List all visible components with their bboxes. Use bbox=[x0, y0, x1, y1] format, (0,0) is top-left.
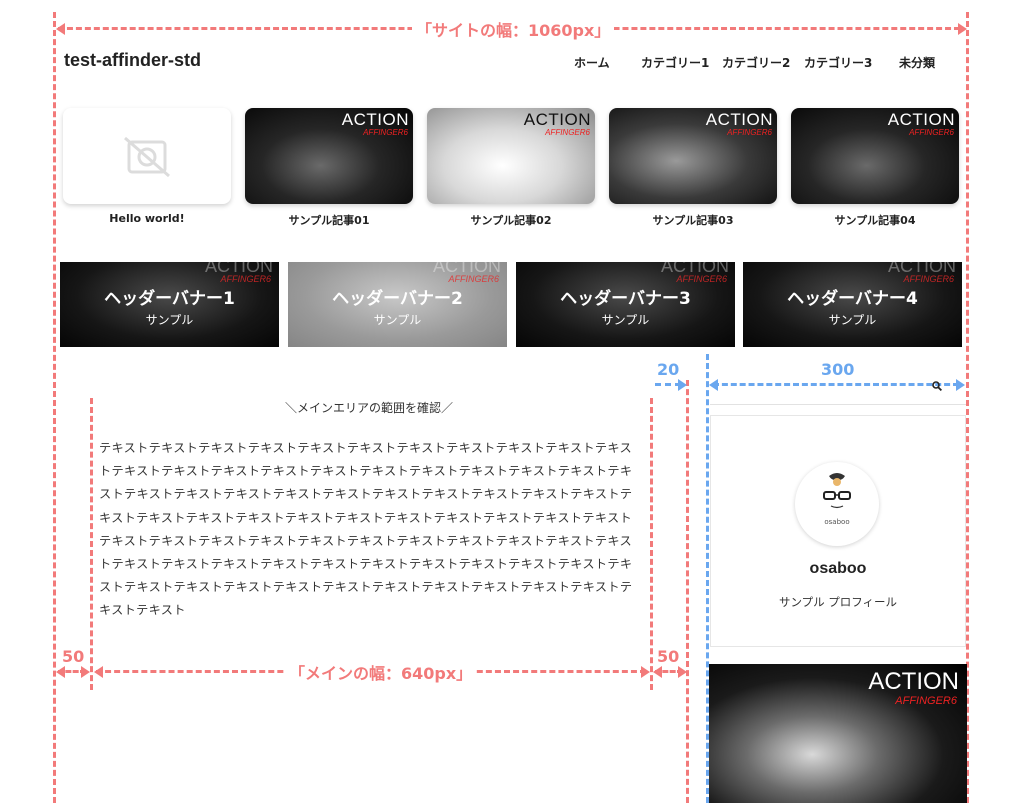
card-thumbnail[interactable]: ACTION AFFINGER6 bbox=[427, 108, 595, 204]
margin-left-label: 50 bbox=[60, 647, 87, 666]
banner-title: ヘッダーバナー4 bbox=[787, 289, 918, 309]
action-logo-text: ACTION bbox=[887, 110, 955, 129]
card-thumbnail[interactable]: ACTION AFFINGER6 bbox=[791, 108, 959, 204]
card-title[interactable]: サンプル記事02 bbox=[427, 212, 595, 228]
nav-item-category1[interactable]: カテゴリー1 bbox=[641, 54, 709, 71]
post-card[interactable]: ACTION AFFINGER6 サンプル記事02 bbox=[427, 108, 595, 228]
sidebar-width-dimension-line bbox=[713, 383, 959, 386]
header-banner[interactable]: ACTION AFFINGER6 ヘッダーバナー4 サンプル bbox=[743, 262, 962, 347]
affinger-logo-text: AFFINGER6 bbox=[727, 128, 772, 137]
main-body-text: テキストテキストテキストテキストテキストテキストテキストテキストテキストテキスト… bbox=[99, 441, 633, 618]
nav-item-uncategorized[interactable]: 未分類 bbox=[899, 54, 935, 71]
margin-left-arrow-left bbox=[56, 666, 65, 678]
post-card[interactable]: ACTION AFFINGER6 サンプル記事01 bbox=[245, 108, 413, 228]
main-width-label: 「メインの幅：640px」 bbox=[285, 660, 477, 684]
banner-subtitle: サンプル bbox=[828, 313, 877, 327]
margin-right-arrow-left bbox=[653, 666, 662, 678]
margin-right-arrow-right bbox=[678, 666, 687, 678]
site-title[interactable]: test-affinder-std bbox=[64, 50, 201, 71]
sidebar-width-arrow-left bbox=[709, 379, 718, 391]
site-width-label: 「サイトの幅：1060px」 bbox=[412, 17, 615, 41]
affinger-logo-text: AFFINGER6 bbox=[895, 695, 957, 707]
card-thumbnail[interactable]: ACTION AFFINGER6 bbox=[609, 108, 777, 204]
header-banner[interactable]: ACTION AFFINGER6 ヘッダーバナー2 サンプル bbox=[288, 262, 507, 347]
nav-item-category2[interactable]: カテゴリー2 bbox=[722, 54, 790, 71]
sidebar-width-arrow-right bbox=[956, 379, 965, 391]
main-width-arrow-left bbox=[94, 666, 103, 678]
banner-title: ヘッダーバナー1 bbox=[104, 289, 235, 309]
sidebar-banner[interactable]: ACTION AFFINGER6 bbox=[709, 664, 967, 803]
main-left-edge-line bbox=[90, 398, 93, 690]
affinger-logo-text: AFFINGER6 bbox=[676, 274, 727, 284]
affinger-logo-text: AFFINGER6 bbox=[903, 274, 954, 284]
post-card[interactable]: ACTION AFFINGER6 サンプル記事04 bbox=[791, 108, 959, 228]
post-card[interactable]: ACTION AFFINGER6 サンプル記事03 bbox=[609, 108, 777, 228]
banner-subtitle: サンプル bbox=[145, 313, 194, 327]
nav-item-home[interactable]: ホーム bbox=[574, 54, 610, 71]
affinger-logo-text: AFFINGER6 bbox=[545, 128, 590, 137]
affinger-logo-text: AFFINGER6 bbox=[220, 274, 271, 284]
post-card[interactable]: Hello world! bbox=[63, 108, 231, 225]
site-width-arrow-left bbox=[56, 23, 65, 35]
banner-subtitle: サンプル bbox=[601, 313, 650, 327]
affinger-logo-text: AFFINGER6 bbox=[448, 274, 499, 284]
site-width-arrow-right bbox=[958, 23, 967, 35]
affinger-logo-text: AFFINGER6 bbox=[909, 128, 954, 137]
margin-right-label: 50 bbox=[655, 647, 682, 666]
gap-label: 20 bbox=[655, 360, 682, 379]
site-left-edge-line bbox=[53, 12, 56, 803]
header-banner[interactable]: ACTION AFFINGER6 ヘッダーバナー1 サンプル bbox=[60, 262, 279, 347]
profile-description: サンプル プロフィール bbox=[778, 595, 898, 609]
main-area-heading: ＼メインエリアの範囲を確認／ bbox=[285, 401, 454, 415]
main-width-arrow-right bbox=[641, 666, 650, 678]
action-logo-text: ACTION bbox=[523, 110, 591, 129]
avatar-face-icon bbox=[823, 473, 851, 509]
banner-subtitle: サンプル bbox=[373, 313, 422, 327]
gap-arrow-right bbox=[678, 379, 687, 391]
action-logo-text: ACTION bbox=[341, 110, 409, 129]
banner-title: ヘッダーバナー3 bbox=[560, 289, 691, 309]
main-right-edge-line bbox=[650, 398, 653, 690]
action-logo-text: ACTION bbox=[705, 110, 773, 129]
nav-item-category3[interactable]: カテゴリー3 bbox=[804, 54, 872, 71]
no-image-icon bbox=[124, 136, 170, 178]
card-title[interactable]: サンプル記事03 bbox=[609, 212, 777, 228]
banner-title: ヘッダーバナー2 bbox=[332, 289, 463, 309]
sidebar-width-label: 300 bbox=[817, 360, 859, 379]
avatar-caption: osaboo bbox=[824, 518, 850, 526]
card-title[interactable]: Hello world! bbox=[63, 212, 231, 225]
profile-card: osaboo osaboo サンプル プロフィール bbox=[710, 415, 966, 647]
search-icon[interactable] bbox=[932, 381, 942, 391]
card-title[interactable]: サンプル記事01 bbox=[245, 212, 413, 228]
card-thumbnail[interactable] bbox=[63, 108, 231, 204]
content-right-edge-line bbox=[686, 380, 689, 803]
action-logo-text: ACTION bbox=[868, 668, 959, 695]
card-thumbnail[interactable]: ACTION AFFINGER6 bbox=[245, 108, 413, 204]
card-title[interactable]: サンプル記事04 bbox=[791, 212, 959, 228]
profile-name: osaboo bbox=[809, 560, 867, 577]
affinger-logo-text: AFFINGER6 bbox=[363, 128, 408, 137]
header-banner[interactable]: ACTION AFFINGER6 ヘッダーバナー3 サンプル bbox=[516, 262, 735, 347]
margin-left-arrow-right bbox=[81, 666, 90, 678]
avatar[interactable]: osaboo bbox=[795, 462, 879, 546]
search-box-bottom-line bbox=[710, 404, 966, 405]
